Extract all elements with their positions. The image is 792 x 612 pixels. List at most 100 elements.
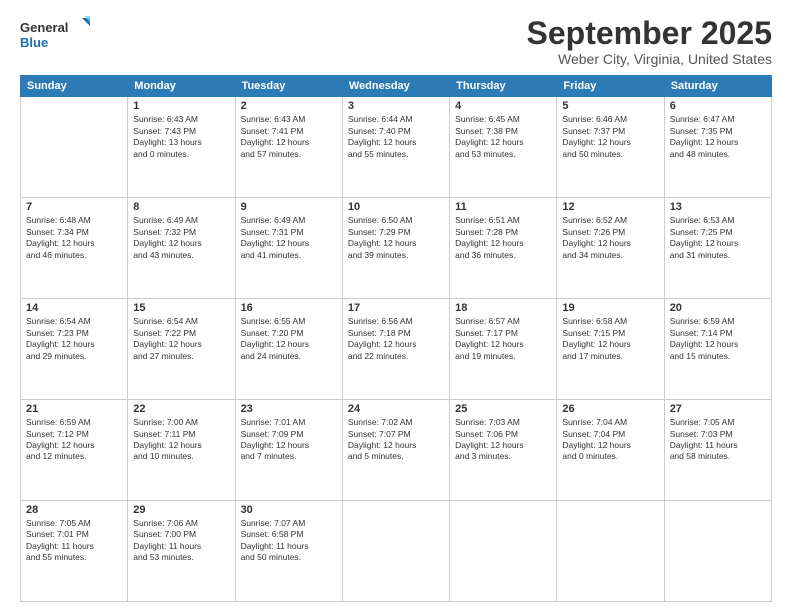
calendar-cell: 30 Sunrise: 7:07 AMSunset: 6:58 PMDayligh… bbox=[235, 501, 342, 602]
calendar-cell: 20 Sunrise: 6:59 AMSunset: 7:14 PMDayligh… bbox=[664, 299, 771, 400]
logo-svg: General Blue bbox=[20, 16, 90, 56]
day-number: 12 bbox=[562, 201, 658, 213]
svg-text:Blue: Blue bbox=[20, 35, 48, 50]
calendar-cell: 3 Sunrise: 6:44 AMSunset: 7:40 PMDaylight… bbox=[342, 97, 449, 198]
day-number: 20 bbox=[670, 302, 766, 314]
calendar-cell: 26 Sunrise: 7:04 AMSunset: 7:04 PMDayligh… bbox=[557, 400, 664, 501]
week-row-1: 1 Sunrise: 6:43 AMSunset: 7:43 PMDaylight… bbox=[21, 97, 772, 198]
week-row-3: 14 Sunrise: 6:54 AMSunset: 7:23 PMDayligh… bbox=[21, 299, 772, 400]
day-number: 22 bbox=[133, 403, 229, 415]
day-number: 15 bbox=[133, 302, 229, 314]
week-row-5: 28 Sunrise: 7:05 AMSunset: 7:01 PMDayligh… bbox=[21, 501, 772, 602]
calendar-cell: 6 Sunrise: 6:47 AMSunset: 7:35 PMDaylight… bbox=[664, 97, 771, 198]
day-number: 30 bbox=[241, 504, 337, 516]
calendar-cell: 12 Sunrise: 6:52 AMSunset: 7:26 PMDayligh… bbox=[557, 198, 664, 299]
day-number: 17 bbox=[348, 302, 444, 314]
cell-info: Sunrise: 7:02 AMSunset: 7:07 PMDaylight:… bbox=[348, 417, 444, 463]
day-number: 16 bbox=[241, 302, 337, 314]
cell-info: Sunrise: 6:48 AMSunset: 7:34 PMDaylight:… bbox=[26, 215, 122, 261]
week-row-2: 7 Sunrise: 6:48 AMSunset: 7:34 PMDaylight… bbox=[21, 198, 772, 299]
cell-info: Sunrise: 7:05 AMSunset: 7:03 PMDaylight:… bbox=[670, 417, 766, 463]
day-number: 5 bbox=[562, 100, 658, 112]
cell-info: Sunrise: 6:54 AMSunset: 7:23 PMDaylight:… bbox=[26, 316, 122, 362]
day-number: 26 bbox=[562, 403, 658, 415]
weekday-header-sunday: Sunday bbox=[21, 76, 128, 97]
calendar-cell: 5 Sunrise: 6:46 AMSunset: 7:37 PMDaylight… bbox=[557, 97, 664, 198]
cell-info: Sunrise: 6:46 AMSunset: 7:37 PMDaylight:… bbox=[562, 114, 658, 160]
day-number: 8 bbox=[133, 201, 229, 213]
cell-info: Sunrise: 7:04 AMSunset: 7:04 PMDaylight:… bbox=[562, 417, 658, 463]
calendar-cell: 28 Sunrise: 7:05 AMSunset: 7:01 PMDayligh… bbox=[21, 501, 128, 602]
calendar-cell bbox=[557, 501, 664, 602]
cell-info: Sunrise: 6:44 AMSunset: 7:40 PMDaylight:… bbox=[348, 114, 444, 160]
svg-text:General: General bbox=[20, 20, 68, 35]
calendar-cell: 23 Sunrise: 7:01 AMSunset: 7:09 PMDayligh… bbox=[235, 400, 342, 501]
cell-info: Sunrise: 6:54 AMSunset: 7:22 PMDaylight:… bbox=[133, 316, 229, 362]
calendar-cell bbox=[342, 501, 449, 602]
cell-info: Sunrise: 7:01 AMSunset: 7:09 PMDaylight:… bbox=[241, 417, 337, 463]
calendar-cell: 16 Sunrise: 6:55 AMSunset: 7:20 PMDayligh… bbox=[235, 299, 342, 400]
cell-info: Sunrise: 6:59 AMSunset: 7:14 PMDaylight:… bbox=[670, 316, 766, 362]
day-number: 14 bbox=[26, 302, 122, 314]
calendar-cell: 19Sunrise: 6:58 AMSunset: 7:15 PMDayligh… bbox=[557, 299, 664, 400]
calendar-table: SundayMondayTuesdayWednesdayThursdayFrid… bbox=[20, 75, 772, 602]
calendar-cell bbox=[21, 97, 128, 198]
calendar-cell: 9 Sunrise: 6:49 AMSunset: 7:31 PMDaylight… bbox=[235, 198, 342, 299]
cell-info: Sunrise: 6:52 AMSunset: 7:26 PMDaylight:… bbox=[562, 215, 658, 261]
cell-info: Sunrise: 6:49 AMSunset: 7:32 PMDaylight:… bbox=[133, 215, 229, 261]
calendar-cell: 10Sunrise: 6:50 AMSunset: 7:29 PMDayligh… bbox=[342, 198, 449, 299]
day-number: 2 bbox=[241, 100, 337, 112]
day-number: 29 bbox=[133, 504, 229, 516]
calendar-cell: 29Sunrise: 7:06 AMSunset: 7:00 PMDayligh… bbox=[128, 501, 235, 602]
cell-info: Sunrise: 6:57 AMSunset: 7:17 PMDaylight:… bbox=[455, 316, 551, 362]
weekday-header-friday: Friday bbox=[557, 76, 664, 97]
day-number: 25 bbox=[455, 403, 551, 415]
location: Weber City, Virginia, United States bbox=[527, 51, 772, 67]
logo: General Blue bbox=[20, 16, 90, 56]
day-number: 7 bbox=[26, 201, 122, 213]
cell-info: Sunrise: 7:05 AMSunset: 7:01 PMDaylight:… bbox=[26, 518, 122, 564]
cell-info: Sunrise: 6:43 AMSunset: 7:41 PMDaylight:… bbox=[241, 114, 337, 160]
cell-info: Sunrise: 6:47 AMSunset: 7:35 PMDaylight:… bbox=[670, 114, 766, 160]
weekday-header-row: SundayMondayTuesdayWednesdayThursdayFrid… bbox=[21, 76, 772, 97]
cell-info: Sunrise: 6:49 AMSunset: 7:31 PMDaylight:… bbox=[241, 215, 337, 261]
calendar-cell: 14 Sunrise: 6:54 AMSunset: 7:23 PMDayligh… bbox=[21, 299, 128, 400]
calendar-cell: 25 Sunrise: 7:03 AMSunset: 7:06 PMDayligh… bbox=[450, 400, 557, 501]
day-number: 24 bbox=[348, 403, 444, 415]
calendar-cell: 13Sunrise: 6:53 AMSunset: 7:25 PMDayligh… bbox=[664, 198, 771, 299]
cell-info: Sunrise: 7:07 AMSunset: 6:58 PMDaylight:… bbox=[241, 518, 337, 564]
calendar-cell: 4 Sunrise: 6:45 AMSunset: 7:38 PMDaylight… bbox=[450, 97, 557, 198]
calendar-cell: 21Sunrise: 6:59 AMSunset: 7:12 PMDayligh… bbox=[21, 400, 128, 501]
week-row-4: 21Sunrise: 6:59 AMSunset: 7:12 PMDayligh… bbox=[21, 400, 772, 501]
cell-info: Sunrise: 6:45 AMSunset: 7:38 PMDaylight:… bbox=[455, 114, 551, 160]
calendar-cell: 2 Sunrise: 6:43 AMSunset: 7:41 PMDaylight… bbox=[235, 97, 342, 198]
calendar-cell: 8 Sunrise: 6:49 AMSunset: 7:32 PMDaylight… bbox=[128, 198, 235, 299]
calendar-cell bbox=[450, 501, 557, 602]
day-number: 4 bbox=[455, 100, 551, 112]
day-number: 11 bbox=[455, 201, 551, 213]
calendar-cell: 22Sunrise: 7:00 AMSunset: 7:11 PMDayligh… bbox=[128, 400, 235, 501]
cell-info: Sunrise: 6:51 AMSunset: 7:28 PMDaylight:… bbox=[455, 215, 551, 261]
weekday-header-tuesday: Tuesday bbox=[235, 76, 342, 97]
weekday-header-saturday: Saturday bbox=[664, 76, 771, 97]
day-number: 28 bbox=[26, 504, 122, 516]
title-block: September 2025 Weber City, Virginia, Uni… bbox=[527, 16, 772, 67]
calendar-cell: 18Sunrise: 6:57 AMSunset: 7:17 PMDayligh… bbox=[450, 299, 557, 400]
day-number: 19 bbox=[562, 302, 658, 314]
day-number: 13 bbox=[670, 201, 766, 213]
calendar-cell: 24 Sunrise: 7:02 AMSunset: 7:07 PMDayligh… bbox=[342, 400, 449, 501]
day-number: 1 bbox=[133, 100, 229, 112]
day-number: 23 bbox=[241, 403, 337, 415]
cell-info: Sunrise: 6:56 AMSunset: 7:18 PMDaylight:… bbox=[348, 316, 444, 362]
header: General Blue September 2025 Weber City, … bbox=[20, 16, 772, 67]
calendar-cell: 11 Sunrise: 6:51 AMSunset: 7:28 PMDayligh… bbox=[450, 198, 557, 299]
cell-info: Sunrise: 6:50 AMSunset: 7:29 PMDaylight:… bbox=[348, 215, 444, 261]
weekday-header-monday: Monday bbox=[128, 76, 235, 97]
cell-info: Sunrise: 6:55 AMSunset: 7:20 PMDaylight:… bbox=[241, 316, 337, 362]
calendar-cell: 1 Sunrise: 6:43 AMSunset: 7:43 PMDaylight… bbox=[128, 97, 235, 198]
day-number: 9 bbox=[241, 201, 337, 213]
day-number: 6 bbox=[670, 100, 766, 112]
day-number: 3 bbox=[348, 100, 444, 112]
cell-info: Sunrise: 7:03 AMSunset: 7:06 PMDaylight:… bbox=[455, 417, 551, 463]
cell-info: Sunrise: 6:43 AMSunset: 7:43 PMDaylight:… bbox=[133, 114, 229, 160]
